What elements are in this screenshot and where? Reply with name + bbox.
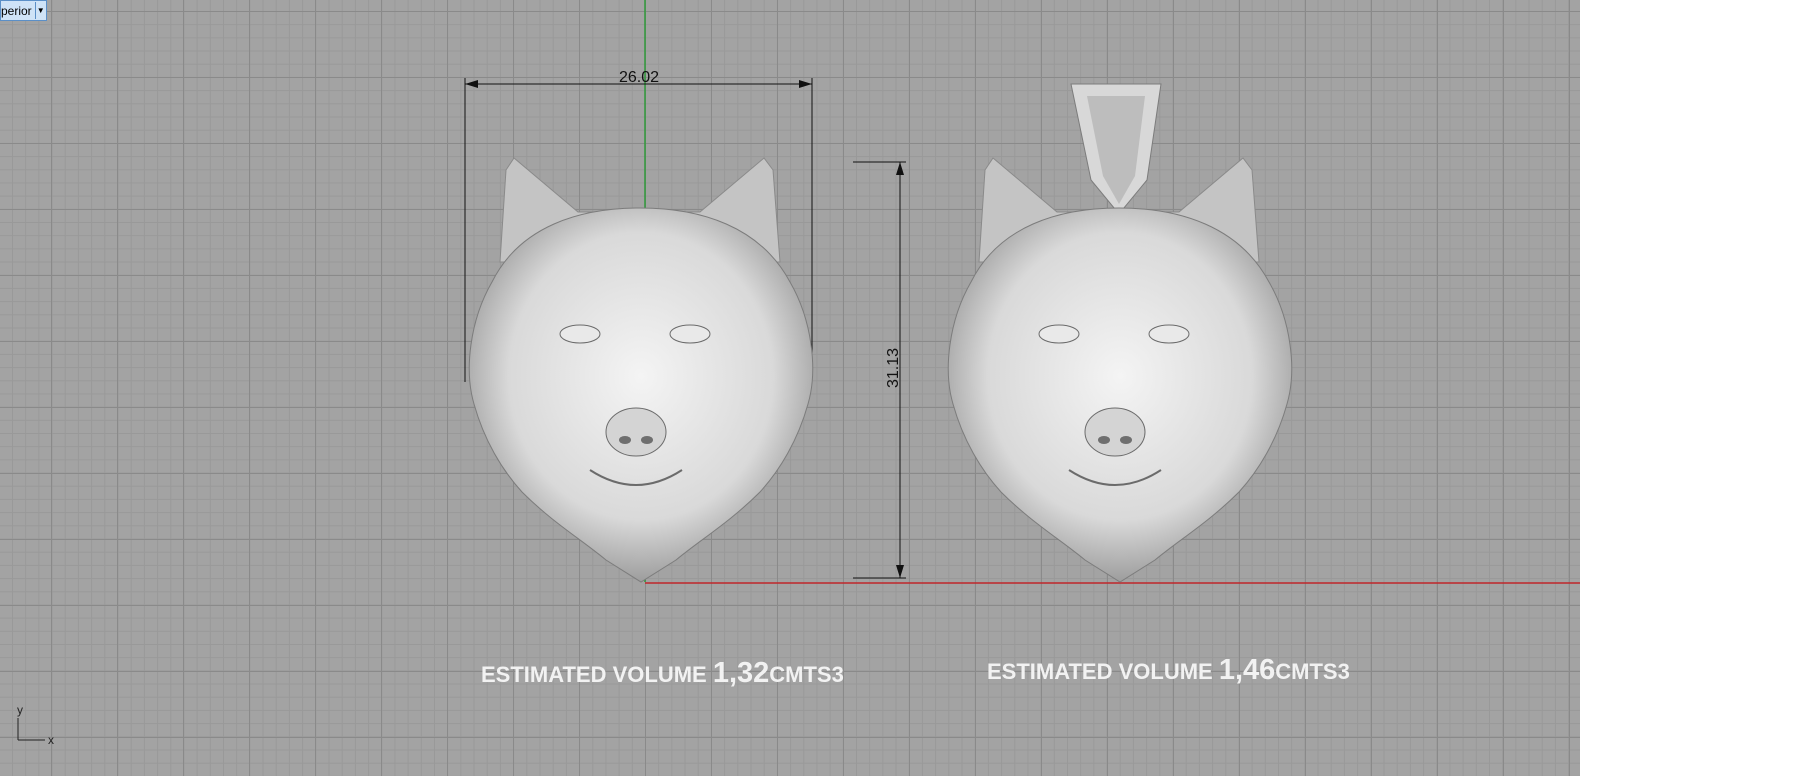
axis-y-label: y <box>17 703 23 717</box>
volume-label-2: ESTIMATED VOLUME 1,46CMTS3 <box>987 654 1350 686</box>
axis-indicator: y x <box>17 703 54 747</box>
volume-label-1: ESTIMATED VOLUME 1,32CMTS3 <box>481 657 844 689</box>
wolf-pendant-model[interactable] <box>947 83 1293 583</box>
width-dimension-label: 26.02 <box>619 69 659 86</box>
axis-x-label: x <box>48 733 54 747</box>
height-dimension[interactable]: 31.13 <box>853 161 906 579</box>
height-dimension-label: 31.13 <box>885 348 902 388</box>
empty-side-panel <box>1580 0 1810 776</box>
wolf-head-model[interactable] <box>468 157 814 583</box>
perspective-viewport[interactable]: perior ▼ 26.02 31.13 y x ESTIMATED VOLUM… <box>0 0 1580 776</box>
